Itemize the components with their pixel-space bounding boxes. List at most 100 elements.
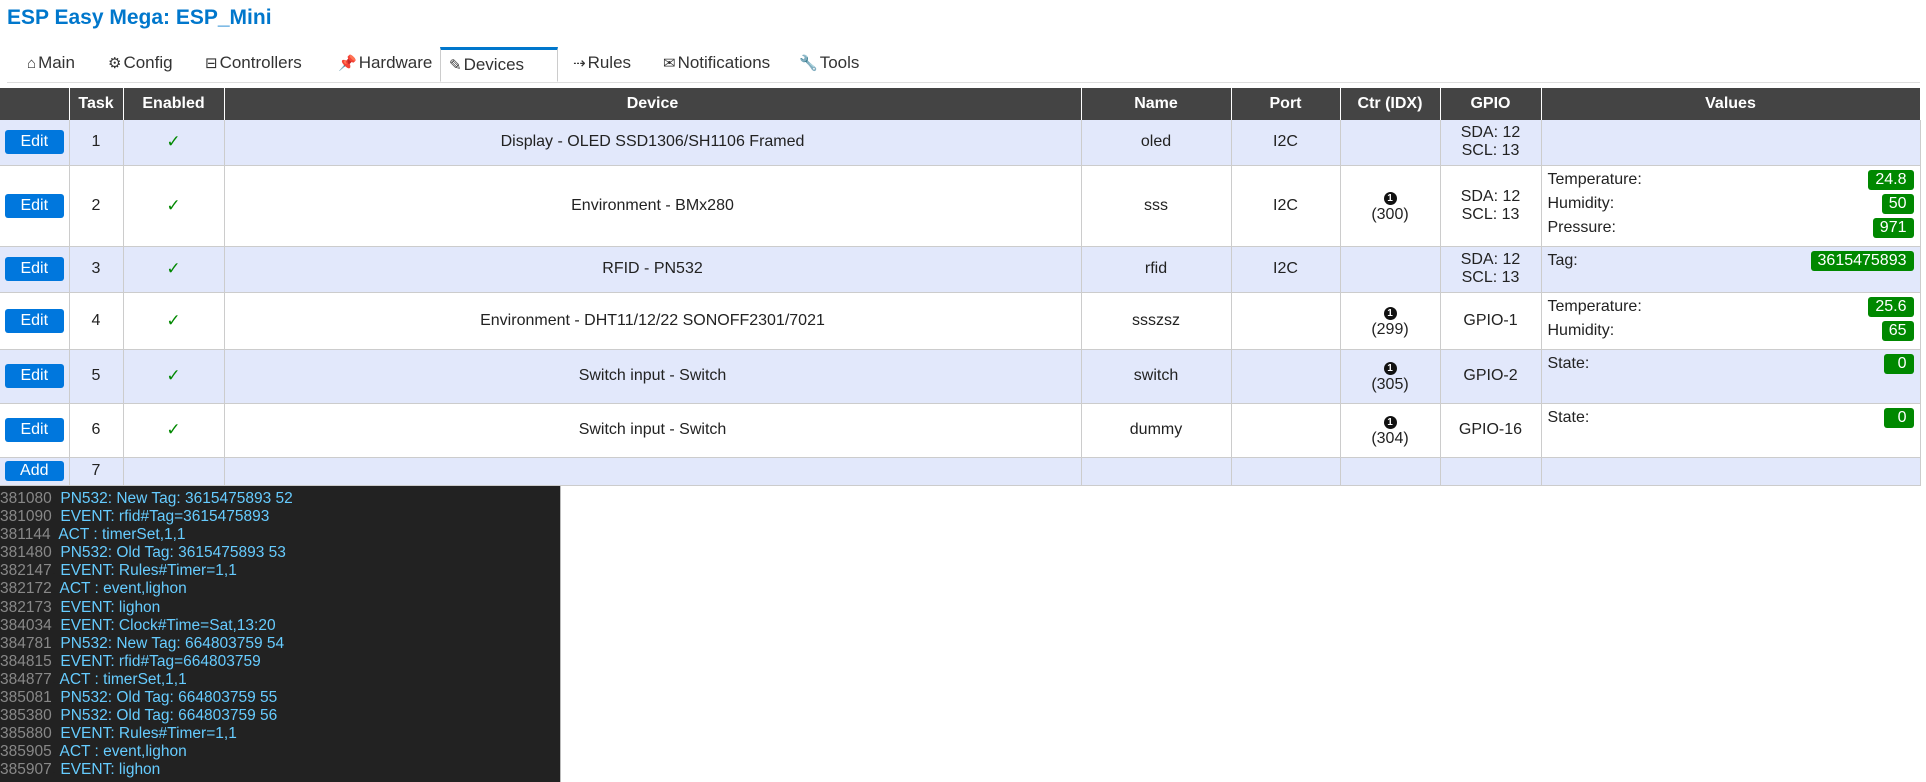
device-port: I2C bbox=[1231, 246, 1341, 293]
tab-label: Hardware bbox=[358, 53, 433, 72]
edit-button[interactable]: Edit bbox=[4, 364, 64, 388]
device-port: I2C bbox=[1231, 120, 1341, 166]
add-row: Add 7 bbox=[0, 457, 1921, 486]
device-port bbox=[1231, 403, 1341, 458]
enabled-check-icon: ✓ bbox=[166, 132, 181, 152]
log-line: 384877: ACT : timerSet,1,1 bbox=[0, 670, 187, 688]
value-row: Tag: 3615475893 bbox=[1548, 249, 1914, 273]
device-name: rfid bbox=[1081, 246, 1232, 293]
tab-tools[interactable]: 🔧 Tools bbox=[791, 47, 867, 82]
table-row: Edit 6 ✓ Switch input - Switch dummy 1 (3… bbox=[0, 403, 1921, 458]
value-badge: 65 bbox=[1881, 320, 1914, 341]
tab-label: Devices bbox=[463, 55, 525, 74]
ctr-idx bbox=[1340, 120, 1441, 166]
controller-1-icon: 1 bbox=[1383, 416, 1397, 429]
task-number: 3 bbox=[69, 246, 124, 293]
value-row: Humidity: 65 bbox=[1548, 319, 1914, 343]
controller-1-icon: 1 bbox=[1383, 362, 1397, 375]
value-badge: 0 bbox=[1883, 353, 1914, 374]
value-row: Humidity: 50 bbox=[1548, 192, 1914, 216]
tab-config[interactable]: ⚙ Config bbox=[100, 47, 181, 82]
tab-label: Controllers bbox=[219, 53, 302, 72]
device-values: Tag: 3615475893 bbox=[1541, 246, 1921, 293]
add-button[interactable]: Add bbox=[4, 461, 64, 481]
wrench-icon: 🔧 bbox=[799, 55, 818, 72]
col-header-ctr-idx: Ctr (IDX) bbox=[1340, 88, 1441, 120]
col-header-enabled: Enabled bbox=[123, 88, 225, 120]
device-type: Switch input - Switch bbox=[224, 349, 1082, 404]
value-row: State: 0 bbox=[1548, 352, 1914, 376]
log-console[interactable]: 381080: PN532: New Tag: 3615475893 52 38… bbox=[0, 486, 561, 782]
gpio: SDA: 12 SCL: 13 bbox=[1440, 246, 1542, 293]
arrow-icon: ⇢ bbox=[573, 55, 586, 72]
device-type: Environment - BMx280 bbox=[224, 165, 1082, 247]
device-values: Temperature: 25.6 Humidity: 65 bbox=[1541, 292, 1921, 350]
ctr-idx: 1 (305) bbox=[1340, 349, 1441, 404]
device-name: dummy bbox=[1081, 403, 1232, 458]
ctr-idx: 1 (299) bbox=[1340, 292, 1441, 350]
value-row: Pressure: 971 bbox=[1548, 216, 1914, 240]
log-line: 382147: EVENT: Rules#Timer=1,1 bbox=[0, 562, 237, 580]
log-line: 381144: ACT : timerSet,1,1 bbox=[0, 526, 186, 544]
tab-label: Rules bbox=[587, 53, 632, 72]
task-number: 6 bbox=[69, 403, 124, 458]
tab-devices[interactable]: ✎ Devices bbox=[440, 47, 558, 82]
gpio: GPIO-2 bbox=[1440, 349, 1542, 404]
task-number: 4 bbox=[69, 292, 124, 350]
edit-button[interactable]: Edit bbox=[4, 418, 64, 442]
log-line: 381080: PN532: New Tag: 3615475893 52 bbox=[0, 490, 293, 507]
device-type: RFID - PN532 bbox=[224, 246, 1082, 293]
edit-button[interactable]: Edit bbox=[4, 308, 64, 333]
device-type: Environment - DHT11/12/22 SONOFF2301/702… bbox=[224, 292, 1082, 350]
ctr-idx bbox=[1340, 246, 1441, 293]
task-number: 7 bbox=[69, 457, 124, 486]
log-line: 382173: EVENT: lighon bbox=[0, 598, 161, 616]
gear-icon: ⚙ bbox=[108, 55, 122, 72]
log-line: 385907: EVENT: lighon bbox=[0, 761, 161, 779]
enabled-check-icon: ✓ bbox=[166, 310, 181, 330]
tab-controllers[interactable]: ⊟ Controllers bbox=[197, 47, 310, 82]
enabled-check-icon: ✓ bbox=[166, 420, 181, 439]
log-line: 385380: PN532: Old Tag: 664803759 56 bbox=[0, 707, 278, 725]
page-title: ESP Easy Mega: ESP_Mini bbox=[7, 6, 272, 29]
log-line: 384034: EVENT: Clock#Time=Sat,13:20 bbox=[0, 616, 276, 634]
device-port: I2C bbox=[1231, 165, 1341, 247]
device-name: oled bbox=[1081, 120, 1232, 166]
device-port bbox=[1231, 292, 1341, 350]
controller-1-icon: 1 bbox=[1383, 191, 1397, 205]
tab-notifications[interactable]: ✉ Notifications bbox=[655, 47, 778, 82]
device-name: ssszsz bbox=[1081, 292, 1232, 350]
device-values: State: 0 bbox=[1541, 403, 1921, 458]
device-port bbox=[1231, 349, 1341, 404]
gpio: SDA: 12 SCL: 13 bbox=[1440, 165, 1542, 247]
value-badge: 0 bbox=[1883, 407, 1914, 428]
edit-button[interactable]: Edit bbox=[4, 130, 64, 155]
value-badge: 24.8 bbox=[1868, 169, 1914, 190]
tab-label: Main bbox=[38, 53, 75, 72]
tab-hardware[interactable]: 📌 Hardware bbox=[330, 47, 440, 82]
table-row: Edit 4 ✓ Environment - DHT11/12/22 SONOF… bbox=[0, 292, 1921, 350]
tab-label: Config bbox=[123, 53, 173, 72]
tab-label: Notifications bbox=[677, 53, 771, 72]
device-name: sss bbox=[1081, 165, 1232, 247]
tab-main[interactable]: ⌂ Main bbox=[19, 47, 83, 82]
pin-icon: 📌 bbox=[338, 55, 357, 72]
pen-icon: ✎ bbox=[449, 57, 462, 74]
log-line: 384781: PN532: New Tag: 664803759 54 bbox=[0, 634, 285, 652]
log-line: 385905: ACT : event,lighon bbox=[0, 743, 187, 761]
device-values: Temperature: 24.8 Humidity: 50 Pressure: 97… bbox=[1541, 165, 1921, 247]
task-number: 1 bbox=[69, 120, 124, 166]
tab-rules[interactable]: ⇢ Rules bbox=[565, 47, 639, 82]
gpio: GPIO-1 bbox=[1440, 292, 1542, 350]
edit-button[interactable]: Edit bbox=[4, 257, 64, 281]
value-badge: 3615475893 bbox=[1810, 250, 1914, 271]
table-row: Edit 5 ✓ Switch input - Switch switch 1(… bbox=[0, 349, 1921, 404]
edit-button[interactable]: Edit bbox=[4, 193, 64, 218]
device-name: switch bbox=[1081, 349, 1232, 404]
value-badge: 50 bbox=[1881, 193, 1914, 214]
value-badge: 971 bbox=[1872, 217, 1914, 238]
envelope-icon: ✉ bbox=[663, 55, 676, 72]
gpio: SDA: 12 SCL: 13 bbox=[1440, 120, 1542, 166]
controller-1-icon: 1 bbox=[1383, 306, 1397, 320]
log-line: 384815: EVENT: rfid#Tag=664803759 bbox=[0, 652, 261, 670]
